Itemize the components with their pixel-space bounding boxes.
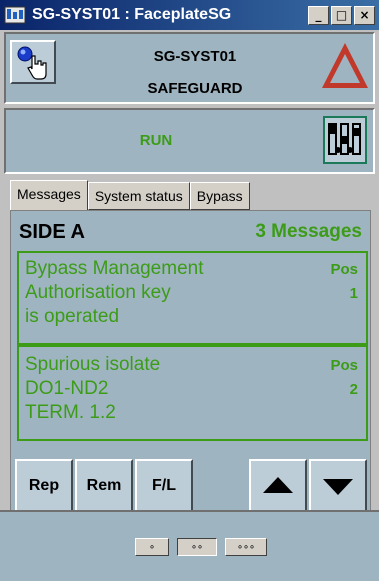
message-count: 3 Messages <box>255 221 362 242</box>
message-line: is operated <box>25 306 120 327</box>
maximize-button[interactable]: □ <box>331 5 352 25</box>
message-line: Bypass Management <box>25 258 204 279</box>
page-button-2[interactable]: ∘∘ <box>177 538 217 556</box>
pos-value: 1 <box>349 285 358 302</box>
minimize-button[interactable]: _ <box>308 5 329 25</box>
arrow-up-icon <box>263 477 293 493</box>
tab-bar: Messages System status Bypass <box>10 180 250 210</box>
page-footer: ∘ ∘∘ ∘∘∘ <box>0 510 379 581</box>
page-button-1[interactable]: ∘ <box>135 538 169 556</box>
tab-system-status[interactable]: System status <box>87 182 190 210</box>
message-line: TERM. 1.2 <box>25 402 116 423</box>
pointer-hand-icon <box>17 46 47 80</box>
close-button[interactable]: × <box>354 5 375 25</box>
title-bar: SG-SYST01 : FaceplateSG _ □ × <box>0 0 379 30</box>
alarm-triangle-icon[interactable] <box>320 40 370 92</box>
rep-button[interactable]: Rep <box>15 459 73 513</box>
message-line: Spurious isolate <box>25 354 161 375</box>
messages-panel: SIDE A 3 Messages Bypass Management Auth… <box>10 210 371 540</box>
pos-label: Pos <box>330 357 358 374</box>
faceplate: SG-SYST01 SAFEGUARD RUN Messages System … <box>0 30 379 581</box>
run-state-label: RUN <box>139 132 173 149</box>
message-item[interactable]: Spurious isolate DO1-ND2 TERM. 1.2 Pos 2 <box>17 345 368 441</box>
tab-bypass[interactable]: Bypass <box>189 182 250 210</box>
header-panel: SG-SYST01 SAFEGUARD <box>4 32 375 104</box>
arrow-down-icon <box>323 479 353 495</box>
pos-label: Pos <box>330 261 358 278</box>
faceplate-selector-button[interactable] <box>323 116 367 164</box>
rem-button[interactable]: Rem <box>75 459 133 513</box>
scroll-up-button[interactable] <box>249 459 307 513</box>
select-object-button[interactable] <box>10 40 56 84</box>
message-line: DO1-ND2 <box>25 378 109 399</box>
scroll-down-button[interactable] <box>309 459 367 513</box>
system-subtitle: SAFEGUARD <box>147 80 243 97</box>
page-button-3[interactable]: ∘∘∘ <box>225 538 267 556</box>
window-title: SG-SYST01 : FaceplateSG <box>32 6 232 23</box>
tab-messages[interactable]: Messages <box>10 180 88 210</box>
fl-button[interactable]: F/L <box>135 459 193 513</box>
side-label: SIDE A <box>19 221 85 243</box>
state-panel: RUN <box>4 108 375 174</box>
message-line: Authorisation key <box>25 282 171 303</box>
message-item[interactable]: Bypass Management Authorisation key is o… <box>17 251 368 345</box>
equipment-icon <box>328 123 361 155</box>
app-icon <box>4 4 26 26</box>
system-name: SG-SYST01 <box>153 48 237 65</box>
pos-value: 2 <box>349 381 358 398</box>
